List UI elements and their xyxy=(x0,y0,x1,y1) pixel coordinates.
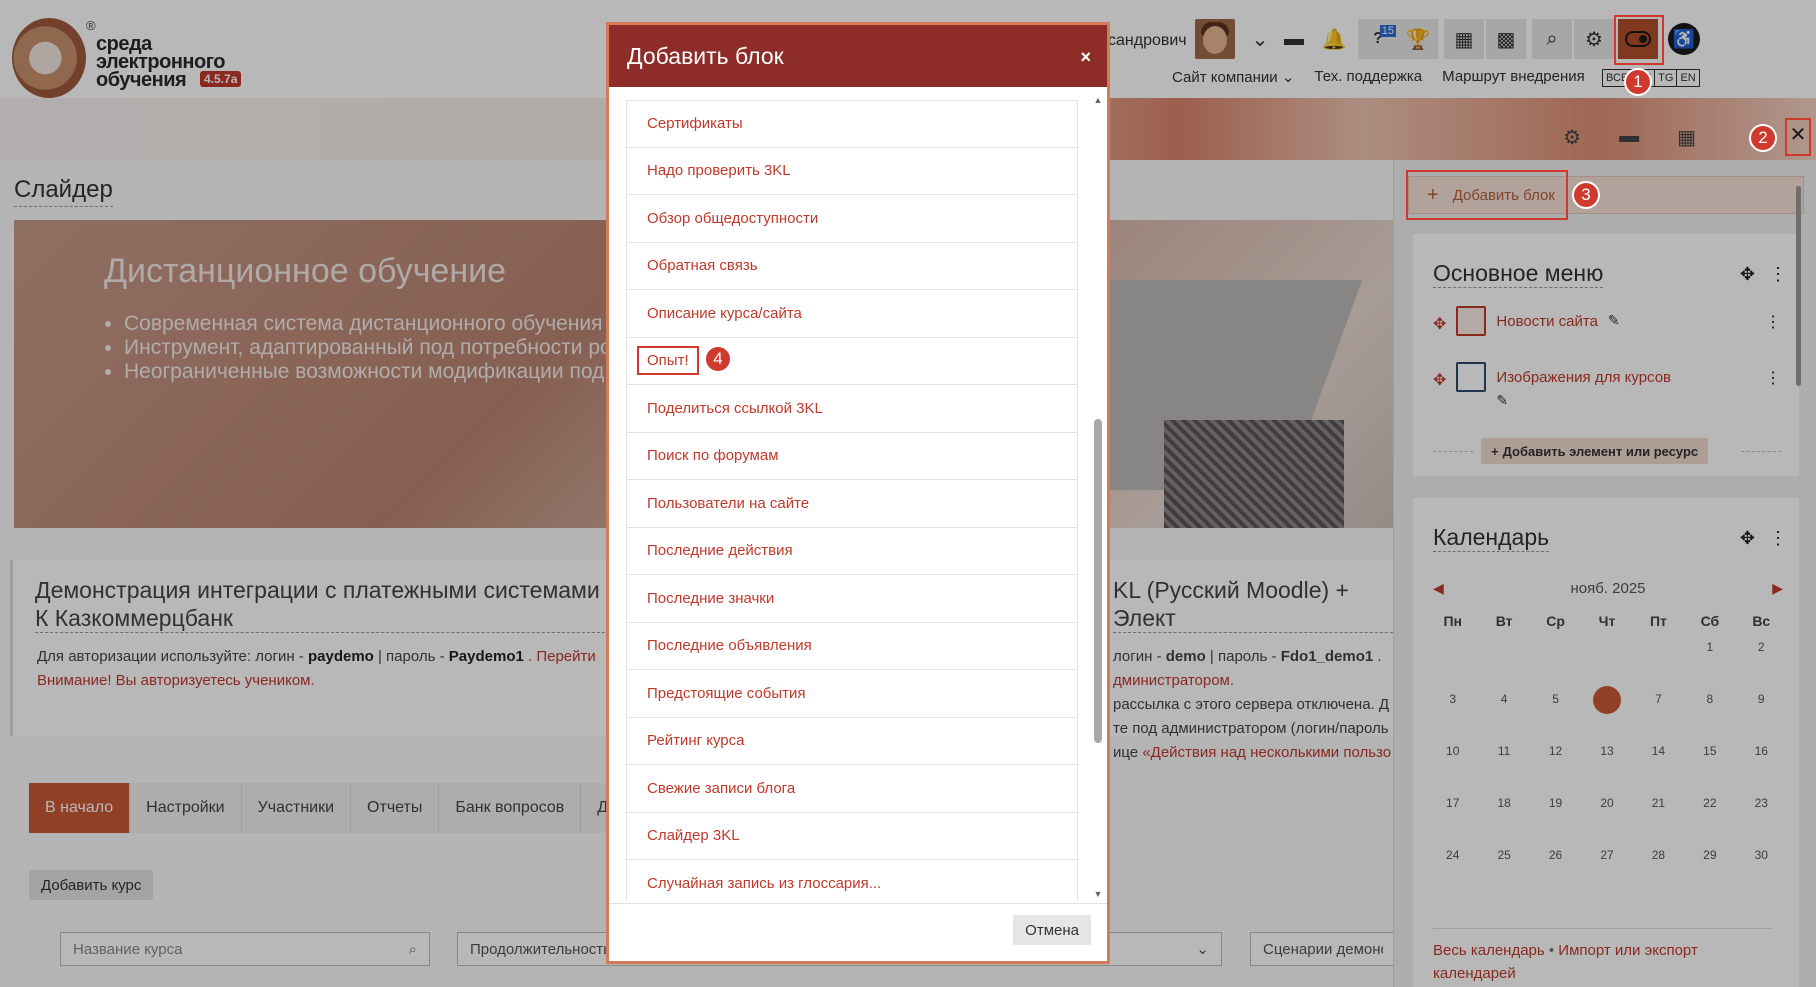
block-type-item[interactable]: Описание курса/сайта xyxy=(627,290,1077,338)
scroll-up-icon[interactable]: ▲ xyxy=(1093,95,1103,105)
annotation-highlight-3 xyxy=(1406,170,1568,220)
add-block-dialog: Добавить блок × Сертификаты Надо проверит… xyxy=(606,22,1110,964)
block-type-item[interactable]: Обратная связь xyxy=(627,242,1077,290)
block-type-label: Описание курса/сайта xyxy=(647,304,802,322)
block-type-label: Поделиться ссылкой 3KL xyxy=(647,399,823,417)
block-type-label: Слайдер 3KL xyxy=(647,827,740,845)
dialog-title: Добавить блок xyxy=(627,43,784,69)
block-type-item[interactable]: Рейтинг курса xyxy=(627,717,1077,765)
dialog-header: Добавить блок × xyxy=(609,25,1107,87)
scroll-down-icon[interactable]: ▼ xyxy=(1093,889,1103,899)
block-type-item[interactable]: Пользователи на сайте xyxy=(627,480,1077,528)
block-type-item[interactable]: Последние объявления xyxy=(627,622,1077,670)
block-type-item[interactable]: Сертификаты xyxy=(627,100,1077,148)
block-type-label: Свежие записи блога xyxy=(647,779,796,797)
block-type-label: Поиск по форумам xyxy=(647,447,779,465)
annotation-highlight-1 xyxy=(1614,15,1664,65)
block-type-item[interactable]: Обзор общедоступности xyxy=(627,195,1077,243)
annotation-highlight-2 xyxy=(1785,118,1811,156)
block-type-label: Обратная связь xyxy=(647,257,758,275)
scroll-thumb[interactable] xyxy=(1094,419,1102,743)
block-type-item[interactable]: Поиск по форумам xyxy=(627,432,1077,480)
block-type-label: Надо проверить 3KL xyxy=(647,162,791,180)
block-type-item[interactable]: Последние действия xyxy=(627,527,1077,575)
block-type-label: Последние объявления xyxy=(647,637,812,655)
block-type-list: Сертификаты Надо проверить 3KL Обзор общед… xyxy=(626,100,1078,900)
block-type-item[interactable]: Свежие записи блога xyxy=(627,765,1077,813)
annotation-number-2: 2 xyxy=(1749,124,1777,152)
block-type-label: Рейтинг курса xyxy=(647,732,745,750)
block-type-label: Сертификаты xyxy=(647,115,743,133)
block-type-item[interactable]: Слайдер 3KL xyxy=(627,812,1077,860)
block-type-item[interactable]: Надо проверить 3KL xyxy=(627,147,1077,195)
cancel-button[interactable]: Отмена xyxy=(1013,915,1091,945)
annotation-number-4: 4 xyxy=(704,345,732,373)
block-type-label: Последние действия xyxy=(647,542,793,560)
block-type-label: Предстоящие события xyxy=(647,684,806,702)
block-type-label: Последние значки xyxy=(647,589,775,607)
dialog-scrollbar[interactable]: ▲ ▼ xyxy=(1093,93,1103,901)
block-type-label: Обзор общедоступности xyxy=(647,209,819,227)
block-type-item[interactable]: Последние значки xyxy=(627,575,1077,623)
block-type-item[interactable]: Опыт! xyxy=(627,337,1077,385)
annotation-number-3: 3 xyxy=(1572,181,1600,209)
block-type-label: Случайная запись из глоссария... xyxy=(647,874,882,892)
annotation-number-1: 1 xyxy=(1624,68,1652,96)
block-type-item[interactable]: Случайная запись из глоссария... xyxy=(627,860,1077,900)
block-type-item[interactable]: Поделиться ссылкой 3KL xyxy=(627,385,1077,433)
block-type-label: Опыт! xyxy=(637,346,699,376)
close-icon[interactable]: × xyxy=(1080,47,1091,68)
block-type-label: Пользователи на сайте xyxy=(647,494,810,512)
block-type-item[interactable]: Предстоящие события xyxy=(627,670,1077,718)
dialog-footer: Отмена xyxy=(609,903,1107,961)
